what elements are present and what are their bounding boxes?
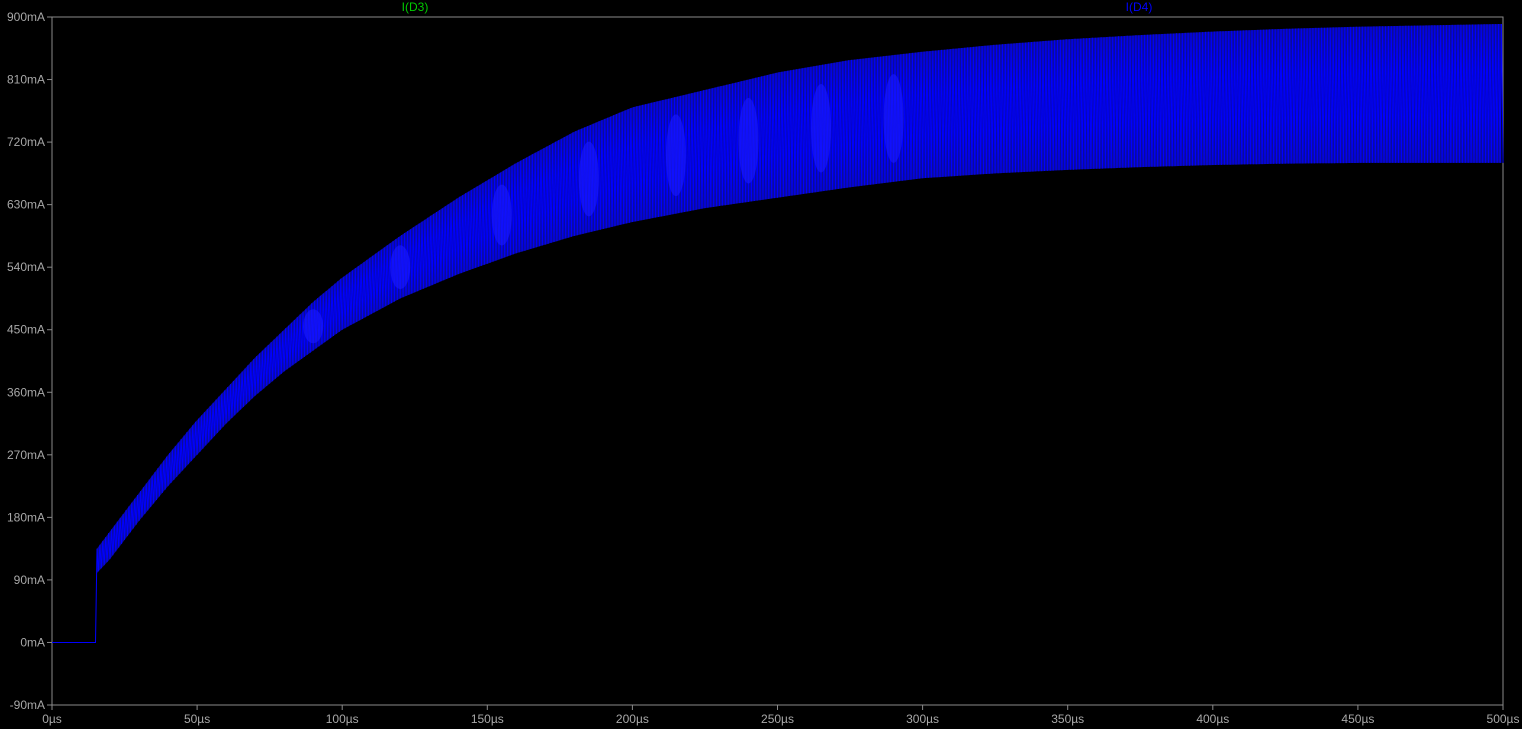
x-axis: 0µs 50µs 100µs 150µs 200µs 250µs 300µs 350µs 400… bbox=[42, 705, 1519, 726]
legend-entry-i-d3-: I(D3) bbox=[402, 0, 429, 14]
y-tick-label: 270mA bbox=[7, 448, 45, 462]
y-tick-label: 0mA bbox=[20, 635, 45, 649]
beat-region bbox=[811, 84, 832, 173]
y-tick-label: 900mA bbox=[7, 10, 45, 24]
y-axis: -90mA 0mA 90mA 180mA 270mA 360mA 450mA 540mA 630… bbox=[7, 10, 52, 712]
y-tick-label: 540mA bbox=[7, 260, 45, 274]
x-tick-label: 300µs bbox=[906, 712, 939, 726]
beat-region bbox=[883, 74, 904, 163]
beat-region bbox=[665, 114, 686, 197]
y-tick-label: -90mA bbox=[10, 698, 45, 712]
y-tick-label: 90mA bbox=[14, 573, 45, 587]
y-tick-label: 630mA bbox=[7, 198, 45, 212]
beat-region bbox=[491, 184, 512, 246]
x-tick-label: 150µs bbox=[471, 712, 504, 726]
x-tick-label: 400µs bbox=[1196, 712, 1229, 726]
x-tick-label: 200µs bbox=[616, 712, 649, 726]
x-tick-label: 500µs bbox=[1487, 712, 1520, 726]
y-tick-label: 180mA bbox=[7, 510, 45, 524]
beat-region bbox=[578, 141, 599, 217]
y-tick-label: 720mA bbox=[7, 135, 45, 149]
x-tick-label: 0µs bbox=[42, 712, 62, 726]
legend: I(D3) I(D4) bbox=[402, 0, 1153, 14]
y-tick-label: 450mA bbox=[7, 323, 45, 337]
legend-entry-i-d4-: I(D4) bbox=[1126, 0, 1153, 14]
beat-region bbox=[303, 309, 324, 344]
plot-canvas: -90mA 0mA 90mA 180mA 270mA 360mA 450mA 540mA 630… bbox=[7, 0, 1520, 726]
x-tick-label: 350µs bbox=[1051, 712, 1084, 726]
beat-region bbox=[390, 245, 411, 290]
beat-region bbox=[738, 97, 759, 184]
x-tick-label: 450µs bbox=[1341, 712, 1374, 726]
x-tick-label: 50µs bbox=[184, 712, 210, 726]
y-tick-label: 810mA bbox=[7, 73, 45, 87]
x-tick-label: 250µs bbox=[761, 712, 794, 726]
x-tick-label: 100µs bbox=[326, 712, 359, 726]
y-tick-label: 360mA bbox=[7, 385, 45, 399]
